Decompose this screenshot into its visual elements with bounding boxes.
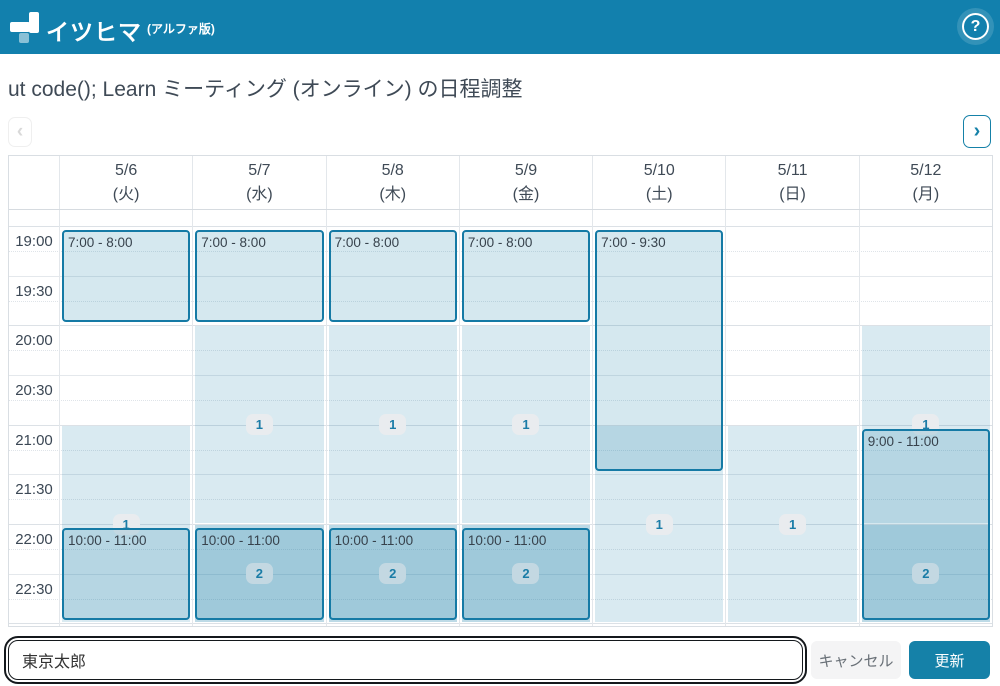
app-header: イツヒマ (アルファ版) ? xyxy=(0,0,1000,54)
timeslot-label: 10:00 - 11:00 xyxy=(64,530,188,548)
day-header-date: 5/12 xyxy=(910,159,941,182)
day-header-weekday: (金) xyxy=(513,183,540,206)
grid-body: 19:00 19:30 20:00 20:30 21:00 21:30 22:00 22:30… xyxy=(9,210,992,626)
day-header-5/8: 5/8(木) xyxy=(326,156,459,209)
app-logo-icon xyxy=(10,12,40,43)
help-icon[interactable]: ? xyxy=(962,13,989,40)
timeslot-label: 9:00 - 11:00 xyxy=(864,431,988,449)
time-label: 19:00 xyxy=(9,232,59,252)
selected-timeslot[interactable]: 9:00 - 11:00 xyxy=(862,429,990,621)
chevron-right-icon: › xyxy=(974,120,981,143)
day-header-date: 5/8 xyxy=(382,159,404,182)
day-header-5/7: 5/7(水) xyxy=(192,156,325,209)
participant-name-input[interactable] xyxy=(8,640,803,680)
time-axis-header-spacer xyxy=(9,156,59,209)
selected-timeslot[interactable]: 10:00 - 11:00 xyxy=(462,528,590,620)
availability-count-badge: 1 xyxy=(646,514,673,535)
day-header-weekday: (水) xyxy=(246,183,273,206)
cancel-button[interactable]: キャンセル xyxy=(811,641,901,679)
selected-timeslot[interactable]: 7:00 - 8:00 xyxy=(462,230,590,322)
page-title: ut code(); Learn ミーティング (オンライン) の日程調整 xyxy=(8,73,522,103)
day-header-weekday: (土) xyxy=(646,183,673,206)
availability-count-badge: 1 xyxy=(246,414,273,435)
availability-count-badge: 1 xyxy=(512,414,539,435)
day-header-date: 5/9 xyxy=(515,159,537,182)
time-label: 21:30 xyxy=(9,480,59,500)
time-label: 22:00 xyxy=(9,530,59,550)
day-column-5/6[interactable]: 17:00 - 8:0010:00 - 11:00 xyxy=(60,210,192,626)
day-column-5/9[interactable]: 127:00 - 8:0010:00 - 11:00 xyxy=(460,210,592,626)
day-header-date: 5/6 xyxy=(115,159,137,182)
day-header-weekday: (火) xyxy=(113,183,140,206)
update-button[interactable]: 更新 xyxy=(909,641,990,679)
timeslot-label: 10:00 - 11:00 xyxy=(197,530,321,548)
day-header-weekday: (月) xyxy=(912,183,939,206)
next-week-button[interactable]: › xyxy=(963,115,991,148)
day-header-weekday: (日) xyxy=(779,183,806,206)
grid-date-header-row: 5/6(火)5/7(水)5/8(木)5/9(金)5/10(土)5/11(日)5/… xyxy=(9,156,992,210)
day-header-date: 5/7 xyxy=(248,159,270,182)
availability-count-badge: 1 xyxy=(779,514,806,535)
selected-timeslot[interactable]: 7:00 - 8:00 xyxy=(329,230,457,322)
schedule-grid: 5/6(火)5/7(水)5/8(木)5/9(金)5/10(土)5/11(日)5/… xyxy=(8,155,993,627)
time-label: 19:30 xyxy=(9,282,59,302)
timeslot-label: 7:00 - 9:30 xyxy=(597,232,721,250)
timeslot-label: 7:00 - 8:00 xyxy=(197,232,321,250)
chevron-left-icon: ‹ xyxy=(17,121,23,143)
selected-timeslot[interactable]: 10:00 - 11:00 xyxy=(195,528,323,620)
day-header-5/12: 5/12(月) xyxy=(859,156,992,209)
selected-timeslot[interactable]: 7:00 - 8:00 xyxy=(195,230,323,322)
footer-bar: キャンセル 更新 xyxy=(8,640,990,680)
day-header-5/11: 5/11(日) xyxy=(725,156,858,209)
time-label: 21:00 xyxy=(9,431,59,451)
day-column-5/10[interactable]: 1 7:00 - 9:30 xyxy=(593,210,725,626)
timeslot-label: 10:00 - 11:00 xyxy=(464,530,588,548)
selected-timeslot[interactable]: 10:00 - 11:00 xyxy=(62,528,190,620)
day-header-date: 5/10 xyxy=(644,159,675,182)
time-label: 22:30 xyxy=(9,580,59,600)
selected-timeslot[interactable]: 7:00 - 9:30 xyxy=(595,230,723,471)
app-version-badge: (アルファ版) xyxy=(147,20,215,37)
app-name: イツヒマ xyxy=(46,13,142,47)
day-header-date: 5/11 xyxy=(778,159,808,182)
time-label: 20:00 xyxy=(9,331,59,351)
day-header-5/9: 5/9(金) xyxy=(459,156,592,209)
day-header-5/6: 5/6(火) xyxy=(59,156,192,209)
timeslot-label: 10:00 - 11:00 xyxy=(331,530,455,548)
day-header-5/10: 5/10(土) xyxy=(592,156,725,209)
selected-timeslot[interactable]: 7:00 - 8:00 xyxy=(62,230,190,322)
day-column-5/11[interactable]: 1 xyxy=(726,210,858,626)
selected-timeslot[interactable]: 10:00 - 11:00 xyxy=(329,528,457,620)
day-column-5/7[interactable]: 127:00 - 8:0010:00 - 11:00 xyxy=(193,210,325,626)
timeslot-label: 7:00 - 8:00 xyxy=(331,232,455,250)
timeslot-label: 7:00 - 8:00 xyxy=(64,232,188,250)
time-label: 20:30 xyxy=(9,381,59,401)
day-header-weekday: (木) xyxy=(379,183,406,206)
day-column-5/12[interactable]: 129:00 - 11:00 xyxy=(860,210,992,626)
day-column-5/8[interactable]: 127:00 - 8:0010:00 - 11:00 xyxy=(327,210,459,626)
prev-week-button[interactable]: ‹ xyxy=(8,117,32,147)
availability-count-badge: 1 xyxy=(379,414,406,435)
timeslot-label: 7:00 - 8:00 xyxy=(464,232,588,250)
